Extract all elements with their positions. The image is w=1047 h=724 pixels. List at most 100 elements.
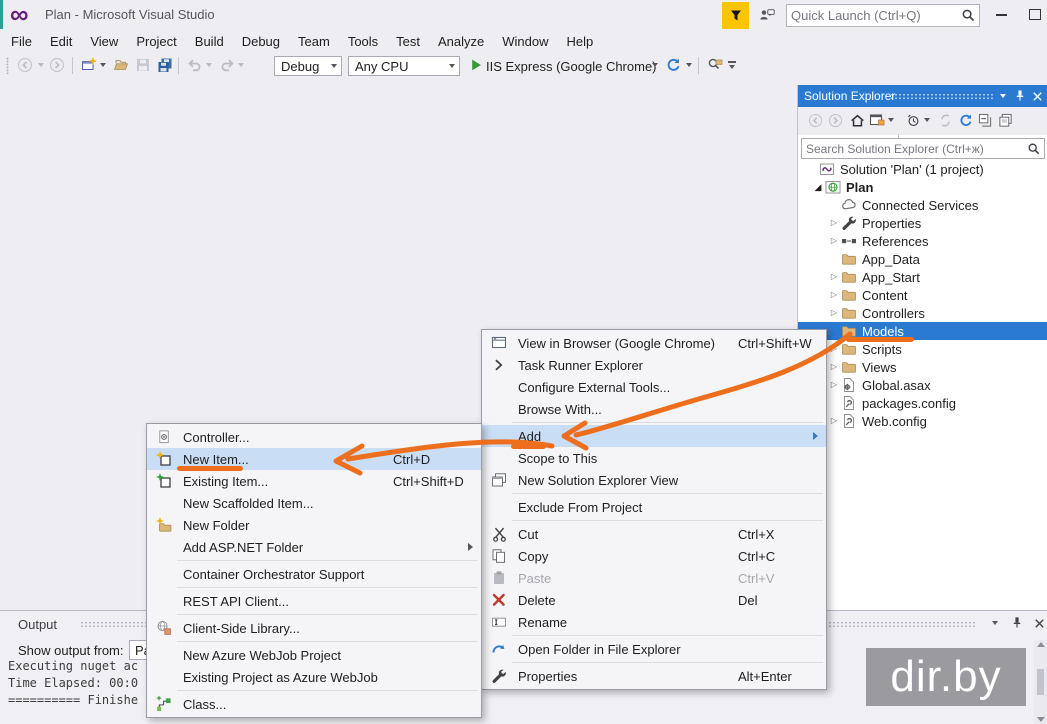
menu-item-view-in-browser[interactable]: View in Browser (Google Chrome) Ctrl+Shi… (482, 332, 826, 354)
new-project-button[interactable] (80, 56, 98, 74)
redo-button[interactable] (218, 56, 236, 74)
tree-item-models[interactable]: Models (798, 322, 1047, 340)
tree-item-connected-services[interactable]: Connected Services (798, 196, 1047, 214)
close-panel-button[interactable] (1029, 85, 1045, 107)
menu-item-class[interactable]: Class... (147, 693, 481, 715)
menu-item-properties[interactable]: Properties Alt+Enter (482, 665, 826, 687)
menu-item-client-side-library[interactable]: Client-Side Library... (147, 617, 481, 639)
refresh-dropdown[interactable] (684, 56, 694, 74)
feedback-button[interactable] (755, 4, 779, 26)
quick-launch-input[interactable] (787, 8, 961, 23)
refresh-button[interactable] (664, 56, 682, 74)
menu-item-exclude-from-project[interactable]: Exclude From Project (482, 496, 826, 518)
se-filter-dropdown[interactable] (922, 111, 932, 129)
expander-collapsed-icon[interactable]: ▷ (827, 304, 841, 322)
redo-dropdown[interactable] (236, 56, 246, 74)
start-debug-button[interactable] (468, 56, 486, 74)
se-home-button[interactable] (848, 111, 866, 129)
menu-test[interactable]: Test (387, 31, 429, 52)
tree-item-scripts[interactable]: ▷ Scripts (798, 340, 1047, 358)
expander-collapsed-icon[interactable]: ▷ (827, 268, 841, 286)
menu-item-controller[interactable]: Controller... (147, 426, 481, 448)
menu-item-cut[interactable]: Cut Ctrl+X (482, 523, 826, 545)
se-forward-button[interactable] (826, 111, 844, 129)
menu-item-open-folder-in-file-explorer[interactable]: Open Folder in File Explorer (482, 638, 826, 660)
maximize-button[interactable] (1020, 0, 1047, 29)
solution-search-input[interactable] (802, 142, 1027, 156)
tree-item-solution[interactable]: Solution 'Plan' (1 project) (798, 160, 1047, 178)
se-switch-views-dropdown[interactable] (886, 111, 896, 129)
undo-dropdown[interactable] (204, 56, 214, 74)
tree-item-global-asax[interactable]: ▷ Global.asax (798, 376, 1047, 394)
expander-collapsed-icon[interactable]: ▷ (827, 376, 841, 394)
tree-item-packages-config[interactable]: packages.config (798, 394, 1047, 412)
window-position-button[interactable] (995, 85, 1011, 107)
menu-item-new-azure-webjob-project[interactable]: New Azure WebJob Project (147, 644, 481, 666)
new-project-dropdown[interactable] (98, 56, 108, 74)
se-refresh-button[interactable] (956, 111, 974, 129)
tree-item-references[interactable]: ▷ References (798, 232, 1047, 250)
menu-item-add[interactable]: Add (482, 425, 826, 447)
menu-tools[interactable]: Tools (339, 31, 387, 52)
open-file-button[interactable] (112, 56, 130, 74)
menu-item-existing-item[interactable]: Existing Item... Ctrl+Shift+D (147, 470, 481, 492)
filter-tool-button[interactable] (722, 2, 749, 29)
tree-item-content[interactable]: ▷ Content (798, 286, 1047, 304)
undo-button[interactable] (186, 56, 204, 74)
menu-build[interactable]: Build (186, 31, 233, 52)
configuration-combobox[interactable]: Debug (274, 56, 342, 76)
menu-item-delete[interactable]: Delete Del (482, 589, 826, 611)
menu-project[interactable]: Project (127, 31, 185, 52)
run-target-label[interactable]: IIS Express (Google Chrome) (486, 59, 657, 74)
menu-item-container-orchestrator-support[interactable]: Container Orchestrator Support (147, 563, 481, 585)
menu-debug[interactable]: Debug (233, 31, 289, 52)
menu-team[interactable]: Team (289, 31, 339, 52)
solution-explorer-header[interactable]: Solution Explorer (798, 85, 1047, 107)
save-all-button[interactable] (156, 56, 174, 74)
toolbar-overflow-button[interactable] (726, 56, 738, 74)
menu-item-configure-external-tools[interactable]: Configure External Tools... (482, 376, 826, 398)
expander-collapsed-icon[interactable]: ▷ (827, 232, 841, 250)
menu-item-new-scaffolded-item[interactable]: New Scaffolded Item... (147, 492, 481, 514)
output-pin-button[interactable] (1008, 614, 1026, 632)
menu-window[interactable]: Window (493, 31, 557, 52)
scroll-thumb[interactable] (1037, 669, 1044, 695)
search-icon[interactable] (1027, 142, 1041, 156)
se-collapse-all-button[interactable] (976, 111, 994, 129)
tree-item-controllers[interactable]: ▷ Controllers (798, 304, 1047, 322)
expander-collapsed-icon[interactable]: ▷ (827, 286, 841, 304)
output-scrollbar[interactable] (1034, 640, 1047, 724)
pin-button[interactable] (1012, 85, 1028, 107)
tree-item-plan-project[interactable]: ◢ Plan (798, 178, 1047, 196)
navigate-forward-button[interactable] (48, 56, 66, 74)
configuration-dropdown[interactable] (327, 57, 341, 75)
scroll-up-icon[interactable] (1037, 642, 1045, 647)
search-icon[interactable] (961, 8, 976, 23)
menu-item-browse-with[interactable]: Browse With... (482, 398, 826, 420)
se-switch-views-button[interactable] (868, 111, 886, 129)
save-button[interactable] (134, 56, 152, 74)
navigate-backward-button[interactable] (16, 56, 34, 74)
se-back-button[interactable] (806, 111, 824, 129)
run-target-dropdown[interactable] (650, 56, 660, 74)
se-sync-button[interactable] (936, 111, 954, 129)
minimize-button[interactable] (986, 0, 1016, 29)
menu-item-paste[interactable]: Paste Ctrl+V (482, 567, 826, 589)
find-in-files-button[interactable] (706, 56, 724, 74)
se-show-all-files-button[interactable] (996, 111, 1014, 129)
tree-item-app-data[interactable]: App_Data (798, 250, 1047, 268)
menu-item-copy[interactable]: Copy Ctrl+C (482, 545, 826, 567)
navigate-back-dropdown[interactable] (36, 56, 46, 74)
tree-item-web-config[interactable]: ▷ Web.config (798, 412, 1047, 430)
menu-analyze[interactable]: Analyze (429, 31, 493, 52)
output-close-button[interactable] (1030, 614, 1047, 632)
output-window-position-button[interactable] (986, 614, 1004, 632)
menu-edit[interactable]: Edit (41, 31, 81, 52)
toolbar-grip[interactable] (6, 57, 9, 74)
menu-file[interactable]: File (2, 31, 41, 52)
tree-item-app-start[interactable]: ▷ App_Start (798, 268, 1047, 286)
tree-item-properties[interactable]: ▷ Properties (798, 214, 1047, 232)
expander-collapsed-icon[interactable]: ▷ (827, 214, 841, 232)
menu-item-new-folder[interactable]: New Folder (147, 514, 481, 536)
se-pending-changes-filter-button[interactable] (904, 111, 922, 129)
